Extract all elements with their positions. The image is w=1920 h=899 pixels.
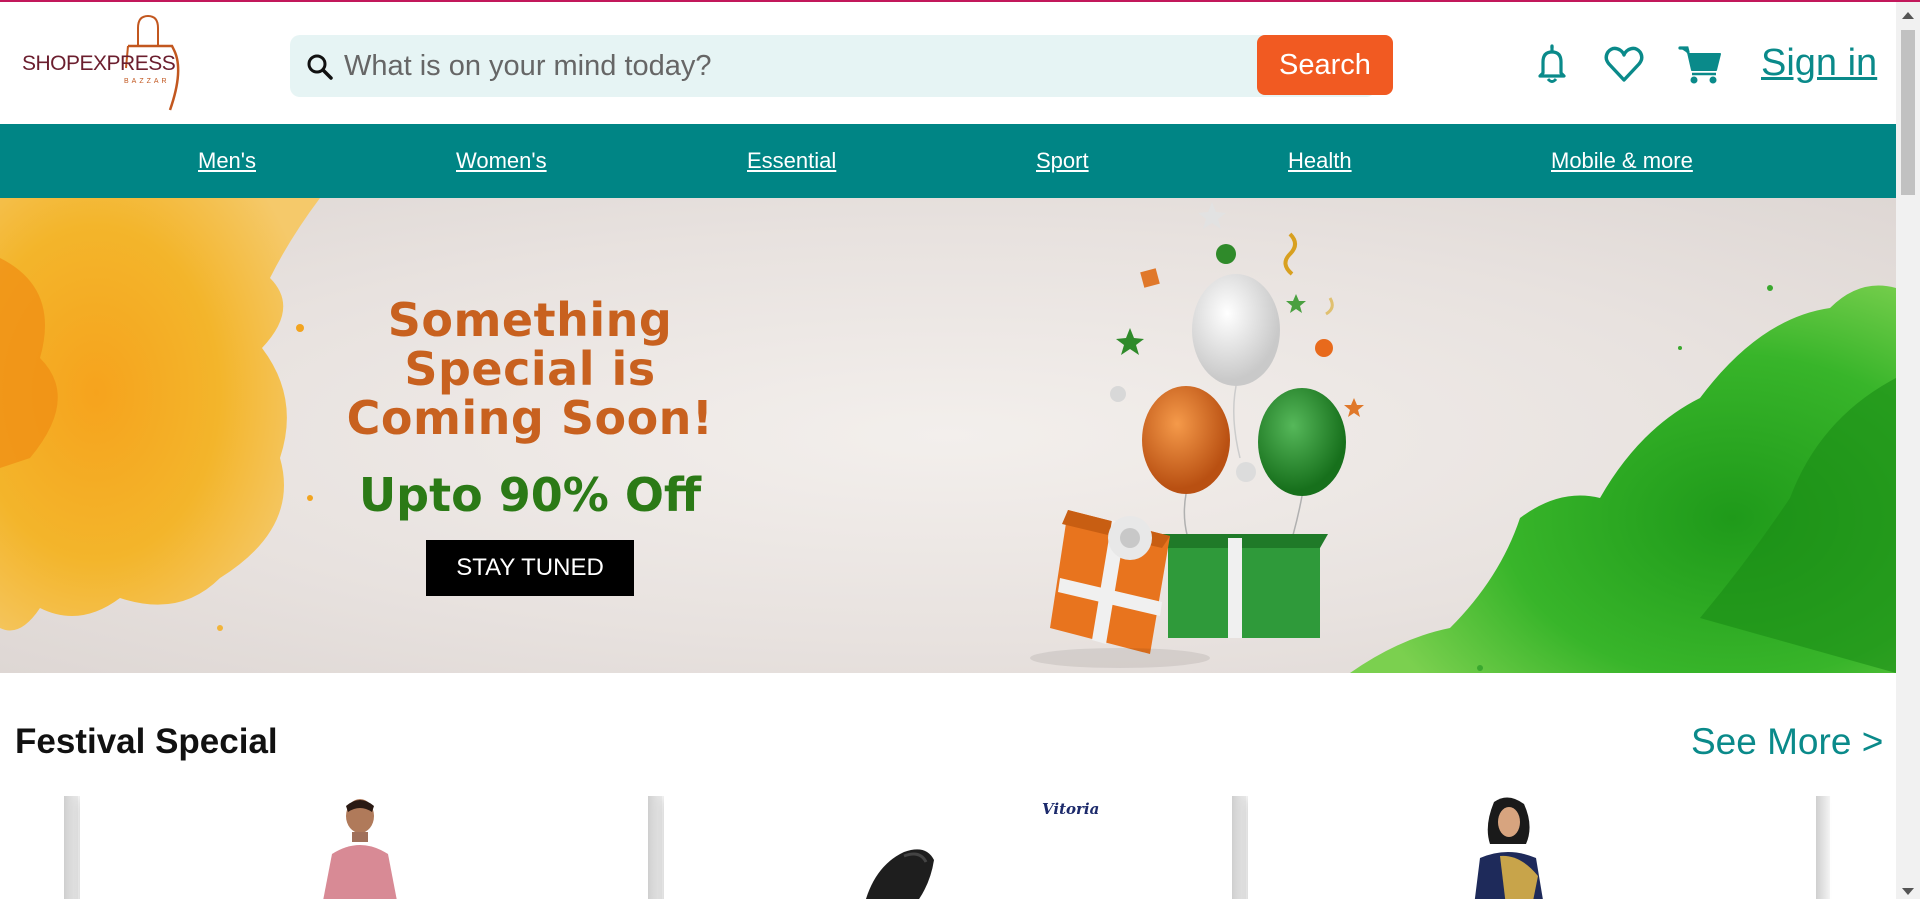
- see-more-link[interactable]: See More >: [1691, 721, 1883, 763]
- banner-artwork: [0, 198, 1896, 673]
- product-card[interactable]: [80, 796, 648, 899]
- category-nav: Men's Women's Essential Sport Health Mob…: [0, 124, 1896, 198]
- bell-icon[interactable]: [1530, 42, 1574, 86]
- logo[interactable]: SHOPEXPRESS BAZZAR: [20, 10, 192, 114]
- saree-product-image: [1474, 797, 1543, 899]
- nav-item-essential[interactable]: Essential: [747, 148, 836, 174]
- man-kurta-product-image: [323, 799, 397, 899]
- vertical-scrollbar[interactable]: [1896, 2, 1920, 899]
- banner-offer: Upto 90% Off: [358, 468, 702, 522]
- cart-icon[interactable]: [1678, 42, 1722, 86]
- product-card[interactable]: [1248, 796, 1816, 899]
- logo-subtext: BAZZAR: [124, 78, 170, 85]
- search-input[interactable]: [344, 35, 1244, 97]
- page: SHOPEXPRESS BAZZAR Search Sign in: [0, 0, 1920, 899]
- section-title: Festival Special: [15, 722, 278, 761]
- nav-item-womens[interactable]: Women's: [456, 148, 547, 174]
- hero-banner[interactable]: Something Special is Coming Soon! Upto 9…: [0, 198, 1896, 673]
- search-button[interactable]: Search: [1257, 35, 1393, 95]
- logo-text: SHOPEXPRESS: [22, 52, 176, 75]
- banner-title: Something Special is Coming Soon!: [346, 293, 714, 445]
- product-carousel: Vitoria: [0, 796, 1896, 899]
- signin-link[interactable]: Sign in: [1761, 42, 1877, 85]
- heart-icon[interactable]: [1602, 42, 1646, 86]
- nav-item-mens[interactable]: Men's: [198, 148, 256, 174]
- card-edge: [1232, 796, 1246, 899]
- stay-tuned-button[interactable]: STAY TUNED: [426, 540, 634, 596]
- header: SHOPEXPRESS BAZZAR Search Sign in: [0, 2, 1896, 124]
- nav-item-health[interactable]: Health: [1288, 148, 1352, 174]
- brand-label: Vitoria: [1042, 800, 1100, 818]
- scroll-down-arrow-icon[interactable]: [1902, 888, 1914, 895]
- nav-item-sport[interactable]: Sport: [1036, 148, 1089, 174]
- card-edge: [1816, 796, 1830, 899]
- search-bar: Search: [290, 35, 1393, 97]
- card-edge: [64, 796, 78, 899]
- scroll-thumb[interactable]: [1901, 30, 1915, 195]
- nav-item-mobile[interactable]: Mobile & more: [1551, 148, 1693, 174]
- product-card[interactable]: Vitoria: [664, 796, 1232, 899]
- card-edge: [648, 796, 662, 899]
- heel-shoe-product-image: [866, 849, 934, 899]
- search-icon: [307, 54, 333, 80]
- scroll-up-arrow-icon[interactable]: [1902, 12, 1914, 19]
